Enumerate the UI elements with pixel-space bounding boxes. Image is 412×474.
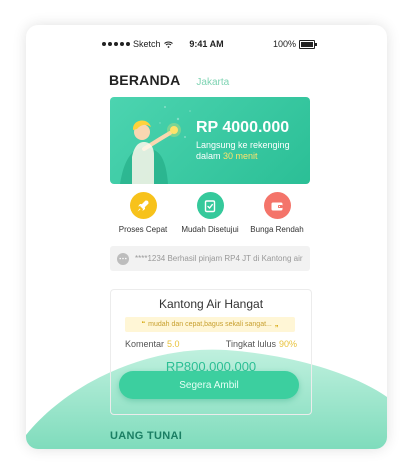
loan-banner[interactable]: RP 4000.000 Langsung ke rekenging dalam … <box>110 97 310 184</box>
feature-mudah-disetujui[interactable]: Mudah Disetujui <box>177 192 243 234</box>
battery-group: 100% <box>272 39 317 49</box>
banner-duration: 30 menit <box>223 151 258 161</box>
tingkat-value: 90% <box>278 339 297 349</box>
feature-proses-cepat[interactable]: Proses Cepat <box>110 192 176 234</box>
review-text: mudah dan cepat,bagus sekali sangat... <box>148 321 272 328</box>
komentar-value: 5.0 <box>167 339 180 349</box>
notice-text: ****1234 Berhasil pinjam RP4 JT di Kanto… <box>135 254 303 263</box>
feature-label: Bunga Rendah <box>250 225 304 234</box>
product-title: Kantong Air Hangat <box>158 297 264 311</box>
close-quote-icon: „ <box>274 321 279 328</box>
more-icon <box>117 252 129 265</box>
status-bar: Sketch 9:41 AM 100% <box>26 25 387 61</box>
notice-bar: ****1234 Berhasil pinjam RP4 JT di Kanto… <box>110 246 310 271</box>
section-title: UANG TUNAI <box>110 430 183 442</box>
apply-now-button[interactable]: Segera Ambil <box>119 371 299 399</box>
phone-screen: Sketch 9:41 AM 100% BERANDA Jakarta RP 4… <box>26 25 387 449</box>
feature-label: Proses Cepat <box>118 225 168 234</box>
banner-subtitle: Langsung ke rekenging dalam 30 menit <box>196 140 306 162</box>
location-selector[interactable]: Jakarta <box>196 77 229 88</box>
feature-list: Proses Cepat Mudah Disetujui Bunga Renda… <box>110 192 310 234</box>
battery-icon <box>299 39 317 49</box>
tingkat-stat: Tingkat lulus 90% <box>226 339 297 349</box>
page-title: BERANDA <box>109 72 181 88</box>
feature-label: Mudah Disetujui <box>181 225 239 234</box>
check-clipboard-icon <box>196 192 224 219</box>
review-quote: “ mudah dan cepat,bagus sekali sangat...… <box>125 317 295 332</box>
page-header: BERANDA Jakarta <box>109 72 229 88</box>
wallet-icon <box>263 192 291 219</box>
feature-bunga-rendah[interactable]: Bunga Rendah <box>244 192 310 234</box>
rocket-icon <box>129 192 157 219</box>
clock: 9:41 AM <box>189 39 224 49</box>
open-quote-icon: “ <box>141 321 146 328</box>
battery-percent: 100% <box>272 39 296 49</box>
komentar-stat: Komentar 5.0 <box>125 339 180 349</box>
komentar-label: Komentar <box>125 339 165 349</box>
tingkat-label: Tingkat lulus <box>225 339 276 349</box>
banner-amount: RP 4000.000 <box>196 119 290 136</box>
product-stats: Komentar 5.0 Tingkat lulus 90% <box>125 339 297 349</box>
